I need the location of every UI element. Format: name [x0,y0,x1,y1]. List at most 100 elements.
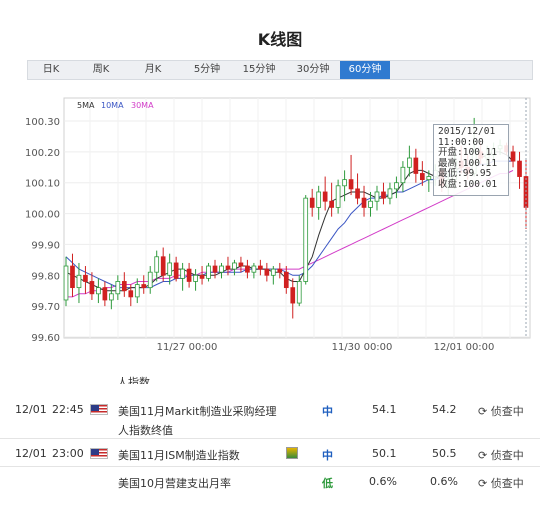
candle-body [63,265,69,301]
candle-body [258,265,263,270]
candle-body [394,182,399,190]
candle-body [270,268,276,276]
candle-body [426,176,432,181]
candle-body [400,166,406,184]
legend-item: 30MA [131,101,154,110]
chart-icon[interactable] [286,447,298,459]
previous-value: 54.1 [372,403,397,416]
page-title: K线图 [257,30,303,49]
candle-body [180,268,185,279]
tab-60min[interactable]: 60分钟 [340,61,390,79]
tooltip-open-label: 开盘 [438,147,458,158]
y-tick-label: 100.30 [25,117,60,128]
tooltip-high-label: 最高 [438,157,458,169]
candle-body [160,256,166,276]
tab-15min[interactable]: 15分钟 [236,61,282,79]
candle-body [238,262,244,267]
candle-body [186,268,192,282]
tab-30min[interactable]: 30分钟 [288,61,338,79]
watch-button[interactable]: ⟳ 侦查中 [478,447,524,463]
candle-body [245,265,250,273]
candle-body [154,256,160,273]
candle-body [316,191,322,208]
candle-body [225,265,231,270]
candle-body [517,160,522,177]
y-tick-label: 99.70 [31,302,60,313]
candle-tooltip: 2015/12/01 11:00:00 开盘:100.11 最高:100.11 … [433,124,509,196]
importance-badge: 低 [322,477,333,490]
event-title[interactable]: 美国10月营建支出月率 [118,475,231,491]
candle-body [413,157,419,174]
candle-body [232,262,237,270]
y-tick-label: 99.90 [31,240,60,251]
y-tick-label: 100.10 [25,179,60,190]
candle-body [121,281,127,292]
event-row[interactable]: 12/01 23:00 美国11月ISM制造业指数 中 50.1 50.5 ⟳ … [0,438,540,467]
candle-body [329,200,334,208]
watch-button[interactable]: ⟳ 侦查中 [478,475,524,491]
candle-body [296,281,302,304]
candle-body [193,274,198,282]
candle-body [407,157,412,168]
watch-label: 侦查中 [490,449,524,462]
candle-body [381,191,386,199]
watch-label: 侦查中 [490,405,524,418]
x-tick-label: 12/01 00:00 [434,342,495,352]
candle-body [83,274,88,282]
event-date: 12/01 [15,403,47,416]
legend-item: 10MA [101,101,124,110]
candle-body [419,173,425,181]
candle-body [109,293,114,301]
tooltip-low: 99.95 [462,168,492,179]
candle-body [128,290,134,298]
candle-body [89,281,95,295]
candle-body [76,274,82,289]
candle-body [115,281,121,295]
tab-day[interactable]: 日K [34,61,68,79]
tab-month[interactable]: 月K [136,61,170,79]
event-date: 12/01 [15,447,47,460]
candle-body [322,191,328,202]
tab-5min[interactable]: 5分钟 [186,61,228,79]
tooltip-date: 2015/12/01 [438,126,496,137]
candle-body [510,151,516,162]
watch-button[interactable]: ⟳ 侦查中 [478,403,524,419]
candle-body [361,197,367,208]
candle-body [335,185,341,208]
candle-body [290,287,296,304]
candle-body [277,268,283,273]
event-row[interactable]: 12/01 22:45 美国11月Markit制造业采购经理 人指数终值 中 5… [0,392,540,439]
candle-body [173,262,179,279]
y-tick-label: 100.00 [25,210,60,221]
candle-body [141,284,147,289]
candle-body [368,200,373,208]
event-title-line2[interactable]: 人指数终值 [118,422,173,438]
candle-body [147,271,153,289]
partial-event-text: 人指数 [117,376,150,384]
candle-body [96,287,101,295]
tab-week[interactable]: 周K [84,61,118,79]
forecast-value: 0.6% [430,475,458,488]
watch-label: 侦查中 [490,477,524,490]
tooltip-open: 100.11 [462,147,498,158]
legend-item: 5MA [77,101,95,110]
refresh-icon: ⟳ [478,449,488,462]
candle-body [206,265,211,279]
event-title[interactable]: 美国11月ISM制造业指数 [118,447,240,463]
forecast-value: 50.5 [432,447,457,460]
event-row[interactable]: 美国10月营建支出月率 低 0.6% 0.6% ⟳ 侦查中 [0,466,540,496]
event-title[interactable]: 美国11月Markit制造业采购经理 [118,403,277,419]
us-flag-icon [90,448,108,459]
candle-body [309,197,315,208]
candle-body [219,265,224,273]
candle-body [102,287,108,301]
previous-value: 50.1 [372,447,397,460]
candle-body [264,268,270,276]
event-time: 23:00 [52,447,84,460]
refresh-icon: ⟳ [478,477,488,490]
candle-body [387,188,393,199]
candle-body [283,271,289,289]
candle-body [374,191,380,202]
candle-body [251,265,257,273]
section-divider [0,352,560,378]
